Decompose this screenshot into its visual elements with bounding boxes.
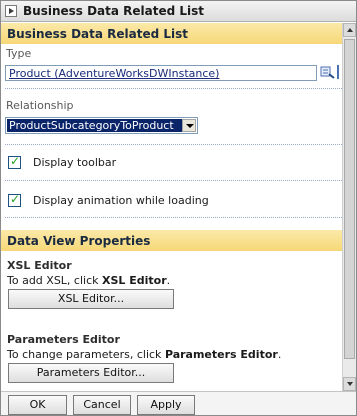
tool-pane: Business Data Related List Business Data… <box>0 0 357 416</box>
divider <box>5 180 342 181</box>
display-toolbar-label: Display toolbar <box>33 156 117 169</box>
apply-button[interactable]: Apply <box>137 395 195 415</box>
parameters-editor-button[interactable]: Parameters Editor... <box>8 363 174 383</box>
display-toolbar-checkbox[interactable] <box>8 154 21 169</box>
collapse-toggle-icon[interactable] <box>5 5 17 17</box>
cancel-button[interactable]: Cancel <box>73 395 131 415</box>
title-bar: Business Data Related List <box>1 1 356 22</box>
relationship-value: ProductSubcategoryToProduct <box>7 119 182 132</box>
divider <box>5 88 342 89</box>
divider <box>5 144 342 145</box>
parameters-editor-title: Parameters Editor <box>7 333 120 346</box>
xsl-editor-button[interactable]: XSL Editor... <box>8 289 174 309</box>
display-animation-label: Display animation while loading <box>33 194 209 207</box>
divider <box>5 217 342 218</box>
type-label: Type <box>6 47 32 60</box>
ok-button[interactable]: OK <box>8 395 67 415</box>
scroll-down-icon[interactable] <box>343 377 356 391</box>
xsl-editor-description: To add XSL, click XSL Editor. <box>7 274 171 287</box>
section-header-data-view[interactable]: Data View Properties <box>1 230 342 251</box>
display-animation-checkbox[interactable] <box>8 192 21 207</box>
relationship-select[interactable]: ProductSubcategoryToProduct <box>5 117 198 134</box>
footer-bar: OK Cancel Apply <box>1 391 356 415</box>
section-header-business-data[interactable]: Business Data Related List <box>1 23 342 44</box>
xsl-editor-title: XSL Editor <box>7 259 72 272</box>
browse-entity-icon[interactable] <box>320 65 335 79</box>
type-value: Product (AdventureWorksDWInstance) <box>9 67 220 80</box>
vertical-scroll-thumb[interactable] <box>344 39 355 359</box>
scroll-up-icon[interactable] <box>343 23 356 37</box>
type-field[interactable]: Product (AdventureWorksDWInstance) <box>5 65 317 81</box>
window-title: Business Data Related List <box>23 4 205 18</box>
parameters-editor-description: To change parameters, click Parameters E… <box>7 348 282 361</box>
vertical-scrollbar[interactable] <box>342 23 356 391</box>
chevron-down-icon[interactable] <box>182 119 196 132</box>
properties-panel: Business Data Related List Type Product … <box>1 23 342 391</box>
relationship-label: Relationship <box>6 99 74 112</box>
